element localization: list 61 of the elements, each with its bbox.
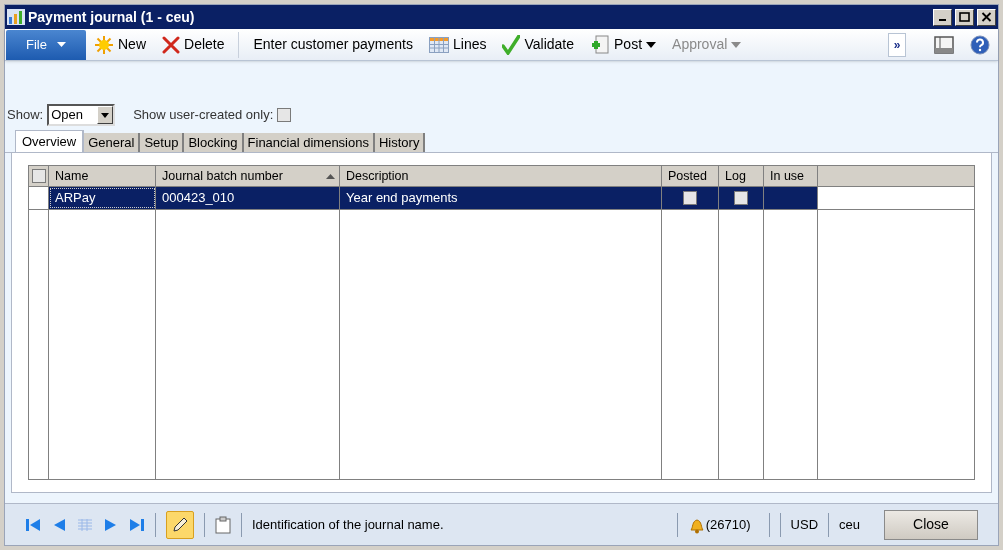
- maximize-icon: [959, 12, 970, 22]
- toolbar-button[interactable]: Post: [582, 30, 665, 59]
- toolbar-button[interactable]: Validate: [494, 30, 583, 59]
- last-record-icon[interactable]: [129, 516, 145, 533]
- currency-label: USD: [790, 515, 819, 534]
- toolbar-button[interactable]: New: [86, 30, 154, 59]
- table-cell: Year end payments: [340, 187, 662, 209]
- tab[interactable]: Blocking: [184, 133, 244, 152]
- sort-ascending-icon: [326, 173, 335, 179]
- maximize-button[interactable]: [955, 8, 974, 26]
- panel-icon[interactable]: [934, 35, 954, 54]
- tab[interactable]: History: [374, 133, 426, 152]
- caret-icon: [56, 42, 66, 47]
- toolbar-button[interactable]: Lines: [421, 30, 495, 59]
- caret-icon: [731, 41, 742, 48]
- table-cell: ARPay: [49, 187, 156, 209]
- more-button[interactable]: »: [888, 32, 906, 57]
- column-header[interactable]: In use: [764, 166, 818, 186]
- caret-icon: [646, 41, 657, 48]
- file-menu[interactable]: File: [6, 29, 86, 60]
- notifications-button[interactable]: (26710): [687, 514, 751, 535]
- company-label: ceu: [839, 515, 860, 534]
- status-message: Identification of the journal name.: [252, 515, 444, 534]
- delete-icon: [162, 35, 180, 54]
- sun-icon: [94, 34, 114, 55]
- document-plus-icon: [590, 34, 611, 55]
- grid-icon: [429, 36, 449, 53]
- log-checkbox[interactable]: [734, 191, 748, 205]
- user-created-checkbox[interactable]: [277, 108, 292, 122]
- user-created-label: Show user-created only:: [133, 106, 274, 125]
- checkmark-icon: [502, 34, 521, 55]
- tab[interactable]: Overview: [15, 130, 85, 152]
- clipboard-icon[interactable]: [215, 515, 231, 534]
- edit-mode-button[interactable]: [166, 510, 194, 539]
- app-icon: [7, 9, 25, 25]
- show-label: Show:: [7, 106, 44, 125]
- close-button[interactable]: [977, 8, 996, 26]
- column-header[interactable]: Description: [340, 166, 662, 186]
- table-cell: 000423_010: [156, 187, 340, 209]
- help-icon[interactable]: [970, 34, 990, 55]
- column-header[interactable]: Name: [49, 166, 156, 186]
- tab[interactable]: Financial dimensions: [243, 133, 375, 152]
- toolbar-button[interactable]: Enter customer payments: [245, 30, 421, 59]
- column-header[interactable]: Posted: [662, 166, 719, 186]
- pencil-icon: [171, 515, 189, 534]
- tab[interactable]: General: [84, 133, 141, 152]
- first-record-icon[interactable]: [25, 516, 41, 533]
- minimize-icon: [939, 19, 946, 21]
- column-header[interactable]: Journal batch number: [156, 166, 340, 186]
- select-all-checkbox[interactable]: [31, 169, 46, 183]
- table-row[interactable]: ARPay 000423_010 Year end payments: [29, 187, 974, 210]
- tab[interactable]: Setup: [140, 133, 185, 152]
- close-icon: [981, 12, 992, 22]
- column-header[interactable]: Log: [719, 166, 764, 186]
- posted-checkbox[interactable]: [683, 191, 697, 205]
- caret-icon: [101, 112, 110, 118]
- toolbar-button[interactable]: Delete: [154, 30, 233, 59]
- minimize-button[interactable]: [933, 8, 952, 26]
- close-button[interactable]: Close: [884, 509, 978, 540]
- show-dropdown[interactable]: Open: [47, 104, 116, 126]
- window-title: Payment journal (1 - ceu): [28, 7, 195, 27]
